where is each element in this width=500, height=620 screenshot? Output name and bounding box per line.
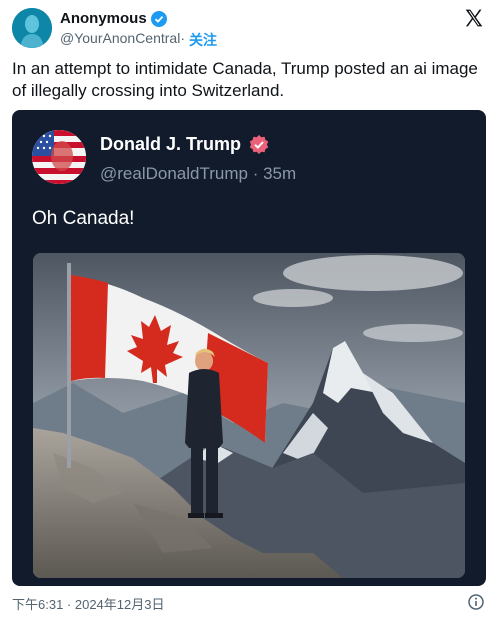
quoted-author-name[interactable]: Donald J. Trump — [100, 134, 241, 155]
follow-button[interactable]: 关注 — [189, 30, 217, 50]
quoted-post-text: Oh Canada! — [32, 208, 135, 229]
quoted-post-time[interactable]: 35m — [263, 164, 296, 183]
quoted-verified-badge-icon — [249, 134, 269, 154]
tweet-text: In an attempt to intimidate Canada, Trum… — [12, 59, 478, 100]
author-name[interactable]: Anonymous — [60, 10, 147, 27]
author-handle[interactable]: @YourAnonCentral — [60, 30, 180, 50]
tweet-header: Anonymous @YourAnonCentral · 关注 — [12, 8, 488, 48]
handle-separator: · — [180, 30, 185, 46]
quoted-separator: · — [247, 164, 264, 183]
x-logo-icon[interactable] — [464, 8, 484, 28]
verified-badge-icon — [150, 10, 167, 27]
quoted-author-handle[interactable]: @realDonaldTrump — [100, 164, 248, 183]
author-avatar[interactable] — [12, 8, 52, 48]
mountain-scene-image — [33, 253, 465, 578]
quoted-post-image[interactable] — [33, 253, 465, 578]
info-icon[interactable] — [468, 594, 484, 610]
quoted-post-card[interactable]: Donald J. Trump @realDonaldTrump · 35m O… — [12, 110, 486, 586]
tweet-timestamp[interactable]: 下午6:31 · 2024年12月3日 — [12, 594, 164, 613]
quoted-author-avatar[interactable] — [32, 130, 86, 184]
